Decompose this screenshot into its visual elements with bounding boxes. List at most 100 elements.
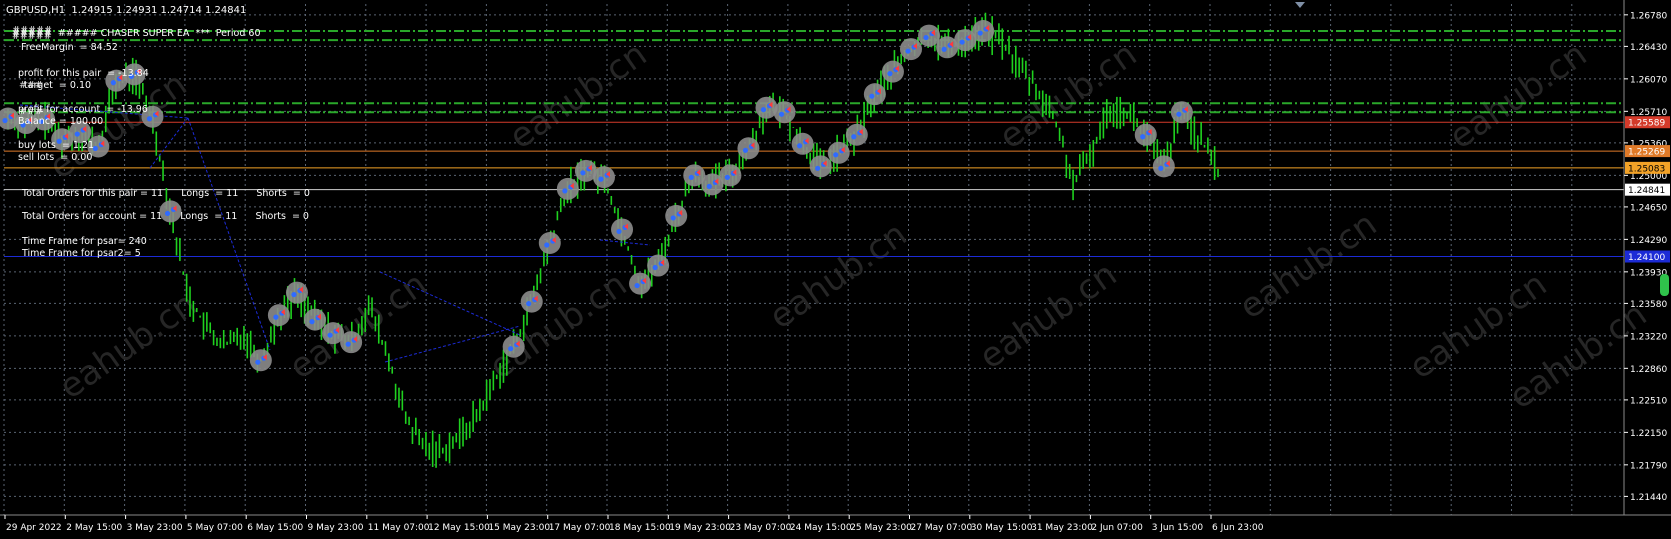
watermark-text: eahub.cn (52, 284, 204, 407)
price-level-tag-text: 1.25589 (1628, 119, 1665, 129)
buy-marker (598, 176, 604, 182)
buy-marker (815, 165, 821, 171)
order-cluster (629, 272, 652, 295)
price-tick-label: 1.23220 (1630, 332, 1667, 342)
price-chart-canvas[interactable]: eahub.cn eahub.cn eahub.cn eahub.cn eahub.cn… (0, 0, 1671, 539)
time-tick-label: 2 Jun 07:00 (1091, 523, 1143, 533)
order-cluster (285, 281, 308, 304)
order-cluster (737, 137, 760, 160)
order-cluster (881, 60, 904, 83)
buy-marker (724, 174, 730, 180)
order-cluster (1170, 101, 1193, 124)
order-cluster (538, 231, 561, 254)
buy-marker (833, 152, 839, 158)
target-text: target = 0.10 (24, 80, 92, 91)
price-level-tag-text: 1.25083 (1628, 164, 1665, 174)
price-tick-label: 1.22860 (1630, 365, 1667, 375)
symbol-info: GBPUSD,H1 1.24915 1.24931 1.24714 1.2484… (6, 5, 247, 16)
buy-marker (309, 319, 315, 325)
total-orders-account-text: Total Orders for account = 11 Longs = 11… (22, 211, 309, 222)
buy-marker (616, 228, 622, 235)
chart-grid (3, 4, 1624, 515)
buy-marker (526, 301, 532, 307)
order-cluster (899, 38, 922, 61)
chart-window[interactable]: eahub.cn eahub.cn eahub.cn eahub.cn eahub.cn… (0, 0, 1671, 539)
overlay-fragment: ##### (12, 31, 52, 42)
order-cluster (520, 290, 543, 313)
price-scale-handle[interactable] (1660, 274, 1669, 296)
order-cluster (972, 20, 995, 43)
order-cluster (791, 132, 814, 155)
watermark-text: eahub.cn (502, 34, 654, 157)
time-tick-label: 9 May 23:00 (308, 523, 364, 533)
order-cluster (845, 123, 868, 146)
price-tick-label: 1.21790 (1630, 461, 1667, 471)
buy-marker (778, 111, 785, 117)
buy-marker (273, 314, 279, 320)
buy-marker (941, 46, 947, 52)
order-cluster (340, 331, 363, 354)
price-level-tag-text: 1.24841 (1628, 186, 1665, 196)
order-cluster (809, 155, 832, 178)
price-tick-label: 1.26430 (1630, 43, 1667, 53)
price-tick-label: 1.26780 (1630, 11, 1667, 21)
order-cluster (304, 308, 327, 331)
buy-marker (869, 93, 875, 99)
time-tick-label: 24 May 15:00 (790, 523, 852, 533)
chart-shift-marker[interactable] (1295, 2, 1305, 8)
time-tick-label: 19 May 23:00 (669, 523, 731, 533)
order-cluster (827, 141, 850, 164)
time-tick-label: 6 Jun 23:00 (1212, 523, 1264, 533)
buy-marker (255, 359, 261, 365)
buy-marker (851, 134, 857, 140)
tf-psar-text: Time Frame for psar= 240 (22, 236, 147, 247)
price-tick-label: 1.24650 (1630, 203, 1667, 213)
order-cluster (249, 349, 272, 372)
buy-marker (327, 332, 333, 338)
order-cluster (267, 304, 290, 327)
buy-marker (670, 215, 676, 221)
order-cluster (918, 24, 941, 47)
buy-marker (1158, 165, 1164, 171)
buy-marker (291, 291, 297, 298)
time-axis-labels: 29 Apr 2022 2 May 15:00 3 May 23:00 5 May 0… (4, 515, 1264, 533)
buy-marker (1140, 134, 1146, 140)
order-cluster (863, 83, 886, 106)
price-tick-label: 1.21440 (1630, 493, 1667, 503)
buy-marker (634, 282, 640, 289)
order-cluster (592, 166, 615, 189)
buy-marker (345, 341, 351, 347)
buy-lots-text: buy lots = 1.21 (18, 140, 94, 151)
watermark-text: eahub.cn (482, 264, 634, 387)
time-tick-label: 29 Apr 2022 (6, 523, 62, 533)
buy-marker (959, 39, 965, 45)
buy-marker (797, 143, 803, 149)
buy-marker (146, 116, 153, 122)
watermark-text: eahub.cn (762, 214, 914, 337)
watermark-text: eahub.cn (972, 254, 1124, 377)
buy-marker (887, 71, 893, 77)
buy-marker (905, 48, 911, 54)
price-level-tag-text: 1.25269 (1628, 148, 1665, 158)
balance-text: Balance = 100.00 (18, 116, 104, 127)
buy-marker (688, 174, 694, 180)
buy-marker (74, 131, 80, 137)
time-tick-label: 12 May 15:00 (428, 523, 490, 533)
order-cluster (665, 204, 688, 227)
time-tick-label: 11 May 07:00 (368, 523, 430, 533)
time-tick-label: 27 May 07:00 (911, 523, 973, 533)
order-cluster (556, 177, 579, 200)
watermark-text: eahub.cn (1232, 204, 1384, 327)
buy-marker (508, 346, 514, 352)
time-tick-label: 25 May 23:00 (850, 523, 912, 533)
order-cluster (647, 254, 670, 277)
price-tick-label: 1.22150 (1630, 429, 1667, 439)
total-orders-pair-text: Total Orders for this pair = 11 Longs = … (22, 188, 310, 199)
time-tick-label: 23 May 07:00 (730, 523, 792, 533)
time-tick-label: 3 Jun 15:00 (1152, 523, 1204, 533)
time-tick-label: 17 May 07:00 (549, 523, 611, 533)
order-cluster (502, 335, 525, 358)
buy-marker (706, 183, 712, 189)
sell-lots-text: sell lots = 0.00 (18, 152, 93, 163)
time-tick-label: 31 May 23:00 (1031, 523, 1093, 533)
